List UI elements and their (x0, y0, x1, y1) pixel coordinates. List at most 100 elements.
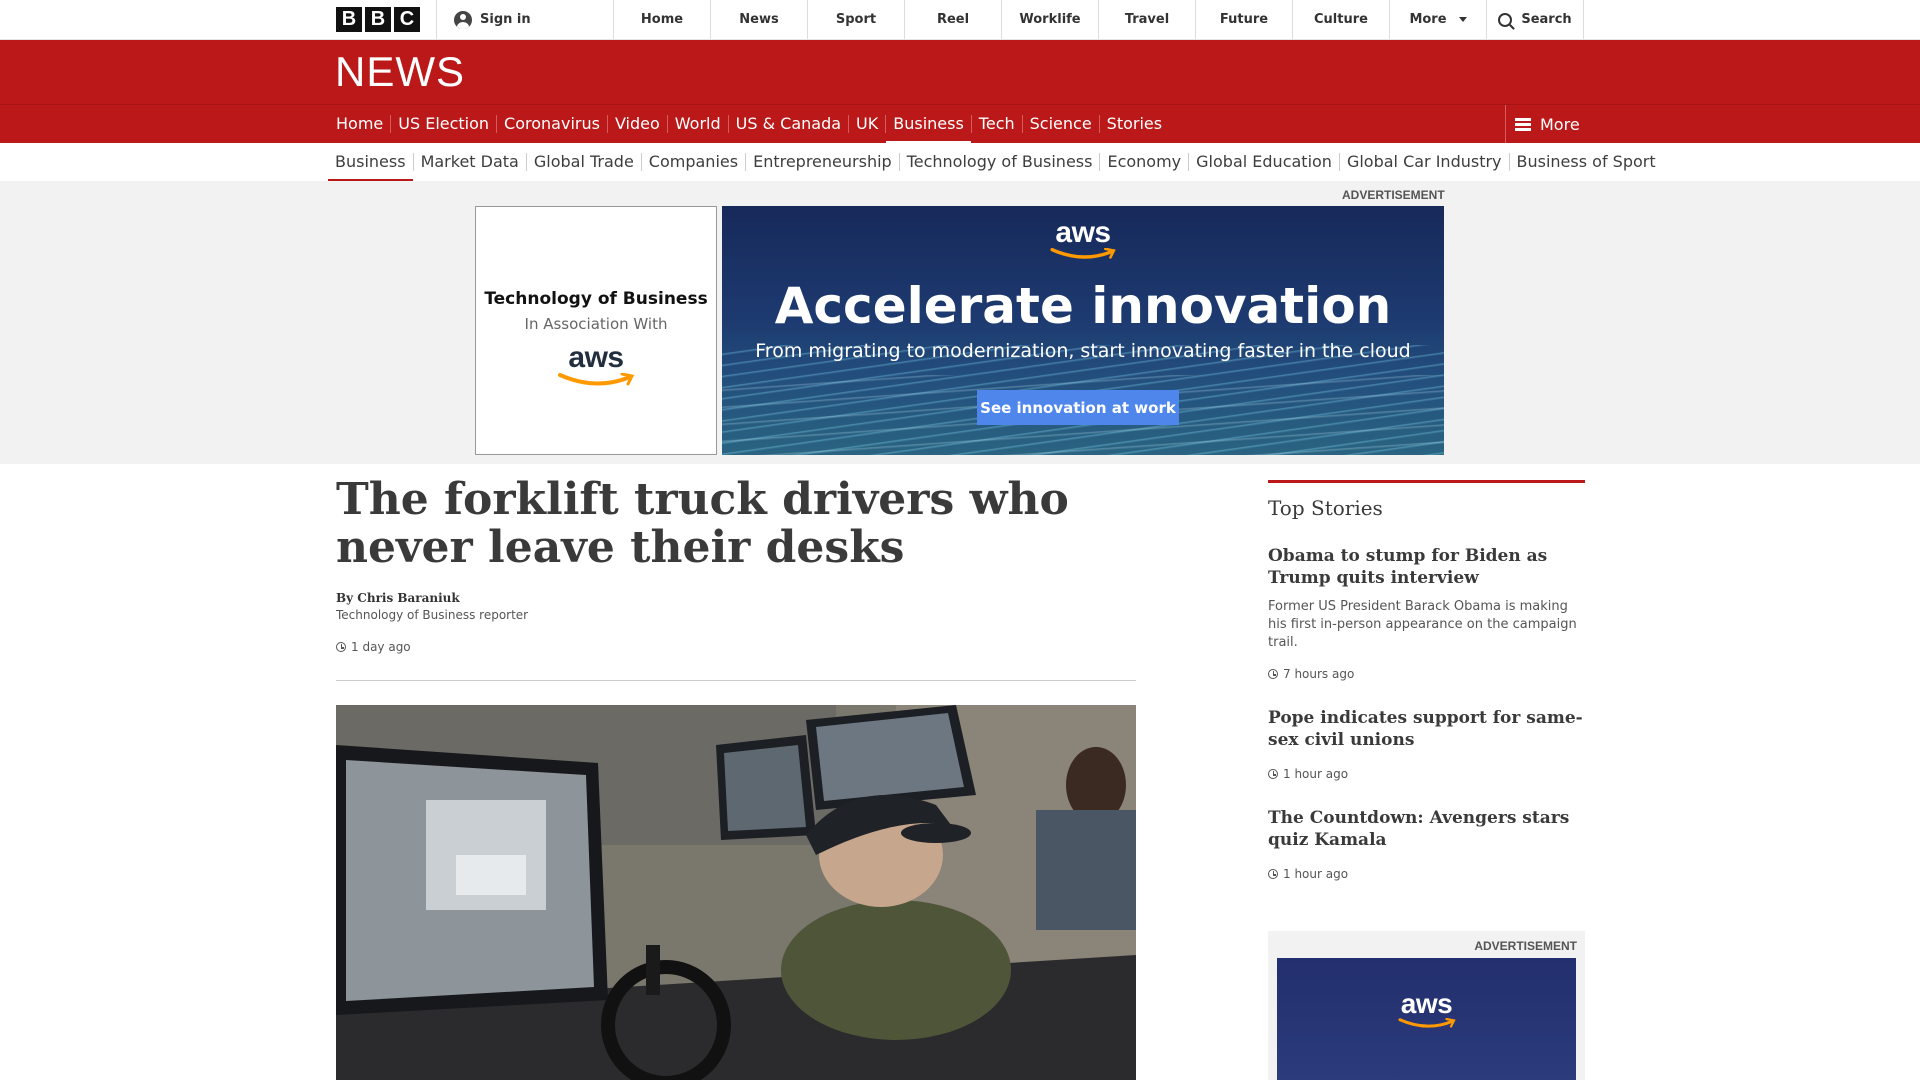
aws-logo: aws (722, 218, 1444, 260)
aws-logo-text: aws (568, 341, 624, 374)
global-nav-label: Home (640, 12, 684, 27)
search-label: Search (1521, 12, 1572, 27)
global-nav: Home News Sport Reel Worklife Travel Fut… (613, 0, 1584, 39)
global-nav-future[interactable]: Future (1195, 0, 1292, 39)
global-nav-label: News (739, 12, 779, 27)
global-nav-reel[interactable]: Reel (904, 0, 1001, 39)
global-nav-label: More (1409, 12, 1447, 27)
section-nav-item[interactable]: Stories (1100, 115, 1169, 133)
search-icon (1498, 12, 1513, 27)
aws-smile-icon (558, 373, 635, 386)
author-role: Technology of Business reporter (336, 608, 529, 622)
sponsor-heading: Technology of Business (484, 289, 708, 309)
sign-in-link[interactable]: Sign in (436, 0, 613, 39)
top-story-time: 7 hours ago (1268, 667, 1354, 681)
global-nav-label: Reel (936, 12, 970, 27)
bbc-global-header: B B C Sign in Home News Sport Reel Workl… (0, 0, 1920, 40)
top-stories-heading: Top Stories (1268, 496, 1383, 520)
clock-icon (336, 642, 346, 652)
menu-icon (1515, 117, 1531, 131)
search-button[interactable]: Search (1486, 0, 1584, 39)
section-nav-item[interactable]: US & Canada (729, 115, 850, 133)
section-nav-item[interactable]: Video (608, 115, 668, 133)
global-nav-culture[interactable]: Culture (1292, 0, 1389, 39)
chevron-down-icon (1458, 17, 1467, 22)
time-text: 1 hour ago (1283, 867, 1349, 881)
aws-logo-text: aws (1055, 216, 1111, 249)
section-nav-item[interactable]: Science (1023, 115, 1100, 133)
global-nav-label: Culture (1314, 12, 1368, 27)
article-photo (336, 705, 1136, 1080)
section-more-label: More (1540, 114, 1580, 134)
article-timestamp: 1 day ago (336, 640, 411, 654)
ad-tagline: From migrating to modernization, start i… (755, 340, 1411, 362)
subnav-item[interactable]: Entrepreneurship (746, 153, 900, 171)
aws-logo-text: aws (1400, 988, 1453, 1019)
photo-remote-forklift-desk (336, 705, 1136, 1080)
top-story-time: 1 hour ago (1268, 767, 1348, 781)
section-nav-item[interactable]: Coronavirus (497, 115, 608, 133)
bbc-logo[interactable]: B B C (336, 7, 420, 32)
advertisement-label: ADVERTISEMENT (1342, 188, 1445, 202)
sidebar-advertisement: ADVERTISEMENT aws (1268, 931, 1585, 1080)
subnav-item[interactable]: Global Education (1189, 153, 1340, 171)
top-story-summary: Former US President Barack Obama is maki… (1268, 599, 1577, 650)
global-nav-more[interactable]: More (1389, 0, 1486, 39)
aws-banner-ad[interactable]: aws Accelerate innovation From migrating… (722, 206, 1444, 455)
news-banner: NEWS (0, 40, 1920, 104)
aws-logo: aws (1277, 990, 1576, 1029)
global-nav-label: Travel (1124, 12, 1170, 27)
advertisement-label: ADVERTISEMENT (1474, 939, 1577, 953)
clock-icon (1268, 769, 1278, 779)
global-nav-label: Worklife (1019, 12, 1081, 27)
subnav-item[interactable]: Technology of Business (900, 153, 1101, 171)
bbc-logo-letter: B (336, 7, 362, 32)
global-nav-worklife[interactable]: Worklife (1001, 0, 1098, 39)
section-more-button[interactable]: More (1505, 105, 1580, 143)
top-story-headline[interactable]: Obama to stump for Biden as Trump quits … (1268, 545, 1586, 589)
top-story-headline[interactable]: The Countdown: Avengers stars quiz Kamal… (1268, 807, 1586, 851)
article-byline[interactable]: By Chris Baraniuk (336, 591, 460, 605)
subnav-item-active[interactable]: Business (328, 153, 414, 183)
global-nav-sport[interactable]: Sport (807, 0, 904, 39)
section-nav: Home US Election Coronavirus Video World… (0, 104, 1920, 145)
section-nav-item[interactable]: UK (849, 115, 887, 133)
bbc-logo-letter: C (394, 7, 420, 32)
top-stories-rule (1268, 480, 1585, 483)
aws-smile-icon (1398, 1018, 1456, 1028)
aws-logo: aws (476, 343, 716, 387)
global-nav-news[interactable]: News (710, 0, 807, 39)
bbc-logo-letter: B (365, 7, 391, 32)
clock-icon (1268, 869, 1278, 879)
section-nav-item[interactable]: US Election (391, 115, 498, 133)
timestamp-text: 1 day ago (351, 640, 411, 654)
subnav-item[interactable]: Companies (642, 153, 747, 171)
ad-headline: Accelerate innovation (774, 277, 1392, 335)
time-text: 7 hours ago (1283, 667, 1355, 681)
section-nav-item[interactable]: World (668, 115, 729, 133)
article-headline: The forklift truck drivers who never lea… (336, 474, 1069, 573)
top-story-time: 1 hour ago (1268, 867, 1348, 881)
subnav-item[interactable]: Global Trade (527, 153, 642, 171)
sponsor-box[interactable]: Technology of Business In Association Wi… (475, 206, 717, 455)
subnav-item[interactable]: Economy (1100, 153, 1190, 171)
user-icon (454, 10, 472, 29)
section-nav-item[interactable]: Home (329, 115, 392, 133)
sponsor-subheading: In Association With (524, 315, 668, 333)
aws-smile-icon (1050, 248, 1116, 259)
clock-icon (1268, 669, 1278, 679)
global-nav-travel[interactable]: Travel (1098, 0, 1195, 39)
news-logo[interactable]: NEWS (335, 51, 465, 93)
ad-cta-button[interactable]: See innovation at work (977, 390, 1179, 425)
subnav-item[interactable]: Market Data (414, 153, 527, 171)
subnav-item[interactable]: Business of Sport (1510, 153, 1663, 171)
sidebar-aws-ad[interactable]: aws (1277, 958, 1576, 1080)
global-nav-label: Future (1219, 12, 1269, 27)
section-nav-item[interactable]: Tech (972, 115, 1023, 133)
sign-in-label: Sign in (480, 12, 531, 27)
global-nav-home[interactable]: Home (613, 0, 710, 39)
section-nav-item-active[interactable]: Business (886, 115, 972, 145)
top-story-headline[interactable]: Pope indicates support for same-sex civi… (1268, 707, 1586, 751)
subnav-item[interactable]: Global Car Industry (1340, 153, 1510, 171)
divider (336, 680, 1136, 681)
